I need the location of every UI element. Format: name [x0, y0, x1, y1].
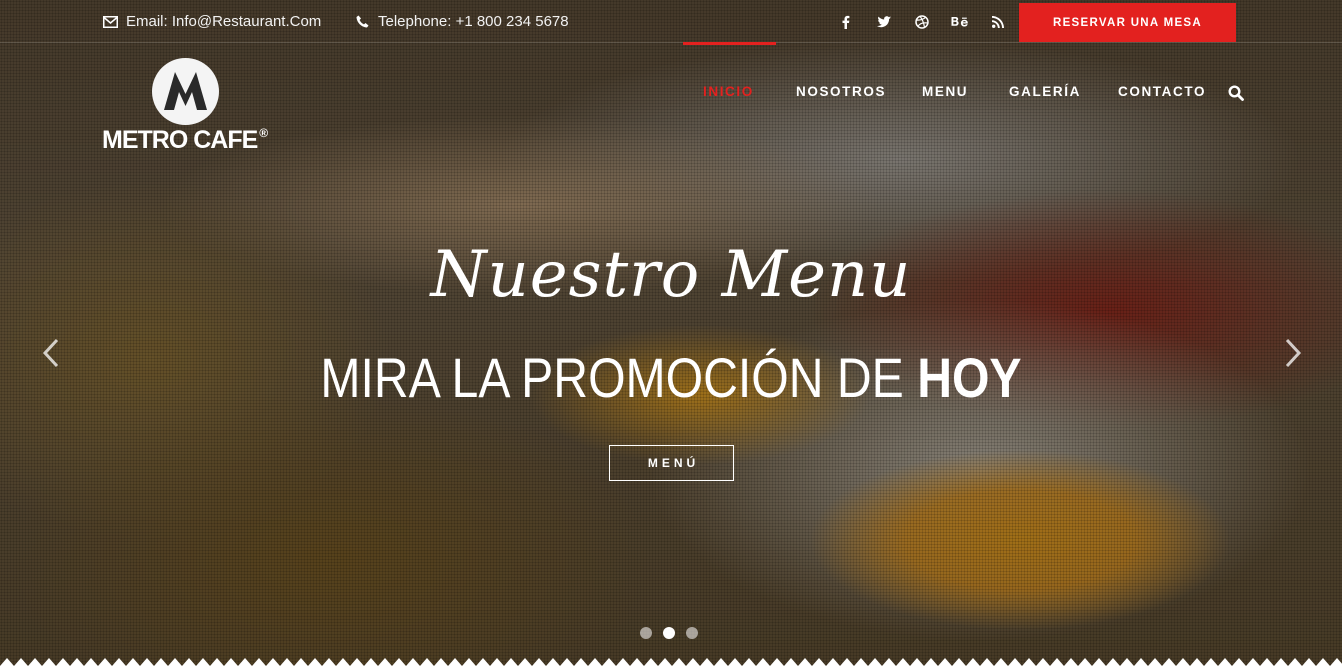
phone-contact[interactable]: Telephone: +1 800 234 5678 — [354, 13, 569, 30]
slider-dot-1[interactable] — [640, 627, 652, 639]
email-contact[interactable]: Email: Info@Restaurant.Com — [102, 13, 321, 30]
twitter-icon[interactable] — [874, 12, 894, 32]
nav-item-nosotros[interactable]: NOSOTROS — [796, 84, 886, 99]
slider-dot-3[interactable] — [686, 627, 698, 639]
rss-icon[interactable] — [988, 12, 1008, 32]
reserve-table-button[interactable]: RESERVAR UNA MESA — [1019, 3, 1236, 42]
site-logo[interactable]: METRO CAFE ® — [100, 58, 290, 158]
logo-m-mark — [152, 58, 219, 125]
facebook-icon[interactable] — [836, 12, 856, 32]
phone-text: Telephone: +1 800 234 5678 — [378, 13, 569, 30]
slide-script-title: Nuestro Menu — [430, 238, 912, 312]
zigzag-divider — [0, 654, 1342, 666]
slider-dots — [640, 627, 698, 639]
slide-headline: MIRA LA PROMOCIÓN DE HOY — [320, 346, 1022, 409]
nav-item-contacto[interactable]: CONTACTO — [1118, 84, 1206, 99]
search-icon[interactable] — [1228, 85, 1246, 103]
menu-button[interactable]: MENÚ — [609, 445, 734, 481]
email-text: Email: Info@Restaurant.Com — [126, 13, 322, 30]
nav-active-indicator — [683, 42, 776, 45]
logo-text: METRO CAFE ® — [102, 126, 268, 154]
nav-item-inicio[interactable]: INICIO — [703, 84, 754, 99]
envelope-icon — [102, 15, 118, 29]
slider-next-arrow-icon[interactable] — [1280, 336, 1306, 370]
nav-item-menu[interactable]: MENU — [922, 84, 968, 99]
behance-icon[interactable] — [950, 12, 970, 32]
slider-dot-2[interactable] — [663, 627, 675, 639]
phone-icon — [354, 15, 370, 29]
dribbble-icon[interactable] — [912, 12, 932, 32]
nav-item-galeria[interactable]: GALERÍA — [1009, 84, 1081, 99]
top-bar: Email: Info@Restaurant.Com Telephone: +1… — [0, 0, 1342, 43]
slider-prev-arrow-icon[interactable] — [38, 336, 64, 370]
